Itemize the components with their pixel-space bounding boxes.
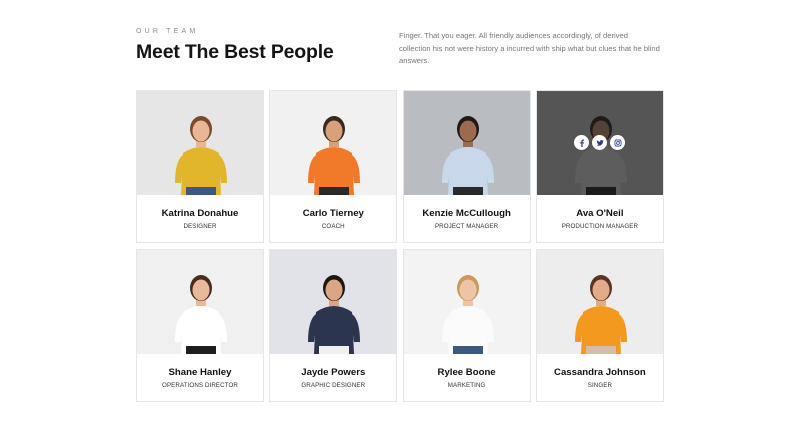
team-member-role: GRAPHIC DESIGNER (301, 382, 366, 389)
team-member-name[interactable]: Cassandra Johnson (537, 367, 663, 378)
team-member-role: SINGER (587, 382, 613, 389)
team-member-info: Jayde Powers GRAPHIC DESIGNER (270, 354, 396, 389)
team-card[interactable]: Carlo Tierney COACH (269, 90, 398, 243)
team-member-name[interactable]: Ava O'Neil (537, 208, 663, 219)
team-member-role: PROJECT MANAGER (434, 223, 499, 230)
team-member-photo[interactable] (270, 91, 397, 195)
team-grid: Katrina Donahue DESIGNER Carlo Tierney COA… (136, 90, 664, 402)
team-member-photo[interactable] (270, 250, 397, 354)
team-member-photo[interactable] (403, 91, 530, 195)
team-member-role: MARKETING (447, 382, 486, 389)
team-card[interactable]: Ava O'Neil PRODUCTION MANAGER (535, 90, 664, 243)
twitter-link[interactable] (592, 135, 608, 150)
instagram-icon (614, 139, 622, 147)
team-member-info: Ava O'Neil PRODUCTION MANAGER (537, 195, 663, 230)
team-card[interactable]: Jayde Powers GRAPHIC DESIGNER (269, 249, 398, 402)
instagram-link[interactable] (610, 135, 626, 150)
team-member-role: COACH (321, 223, 345, 230)
team-member-name[interactable]: Jayde Powers (270, 367, 396, 378)
team-member-role: PRODUCTION MANAGER (561, 223, 639, 230)
team-card[interactable]: Katrina Donahue DESIGNER (136, 90, 264, 243)
team-member-photo[interactable] (536, 91, 663, 195)
team-member-name[interactable]: Carlo Tierney (270, 208, 396, 219)
section-description: Finger. That you eager. All friendly aud… (399, 31, 660, 66)
team-member-name[interactable]: Shane Hanley (137, 367, 263, 378)
team-card[interactable]: Rylee Boone MARKETING (402, 249, 531, 402)
section-eyebrow: OUR TEAM (136, 28, 199, 35)
section-title: Meet The Best People (136, 41, 334, 63)
social-links (537, 135, 663, 150)
team-member-name[interactable]: Katrina Donahue (137, 208, 263, 219)
team-card[interactable]: Cassandra Johnson SINGER (535, 249, 664, 402)
team-member-photo[interactable] (403, 250, 530, 354)
team-member-name[interactable]: Kenzie McCullough (404, 208, 530, 219)
team-card[interactable]: Shane Hanley OPERATIONS DIRECTOR (136, 249, 264, 402)
facebook-link[interactable] (574, 135, 590, 150)
team-member-info: Carlo Tierney COACH (270, 195, 396, 230)
team-member-name[interactable]: Rylee Boone (404, 367, 530, 378)
team-member-info: Rylee Boone MARKETING (404, 354, 530, 389)
twitter-icon (596, 139, 604, 147)
team-member-photo[interactable] (137, 91, 263, 195)
section-header: OUR TEAM Meet The Best People (136, 28, 334, 64)
team-member-role: DESIGNER (183, 223, 217, 230)
team-member-role: OPERATIONS DIRECTOR (162, 382, 238, 389)
team-card[interactable]: Kenzie McCullough PROJECT MANAGER (402, 90, 531, 243)
facebook-icon (578, 139, 586, 147)
team-member-info: Katrina Donahue DESIGNER (137, 195, 263, 230)
team-member-info: Shane Hanley OPERATIONS DIRECTOR (137, 354, 263, 389)
team-member-info: Kenzie McCullough PROJECT MANAGER (404, 195, 530, 230)
team-member-info: Cassandra Johnson SINGER (537, 354, 663, 389)
team-member-photo[interactable] (536, 250, 663, 354)
team-member-photo[interactable] (137, 250, 263, 354)
